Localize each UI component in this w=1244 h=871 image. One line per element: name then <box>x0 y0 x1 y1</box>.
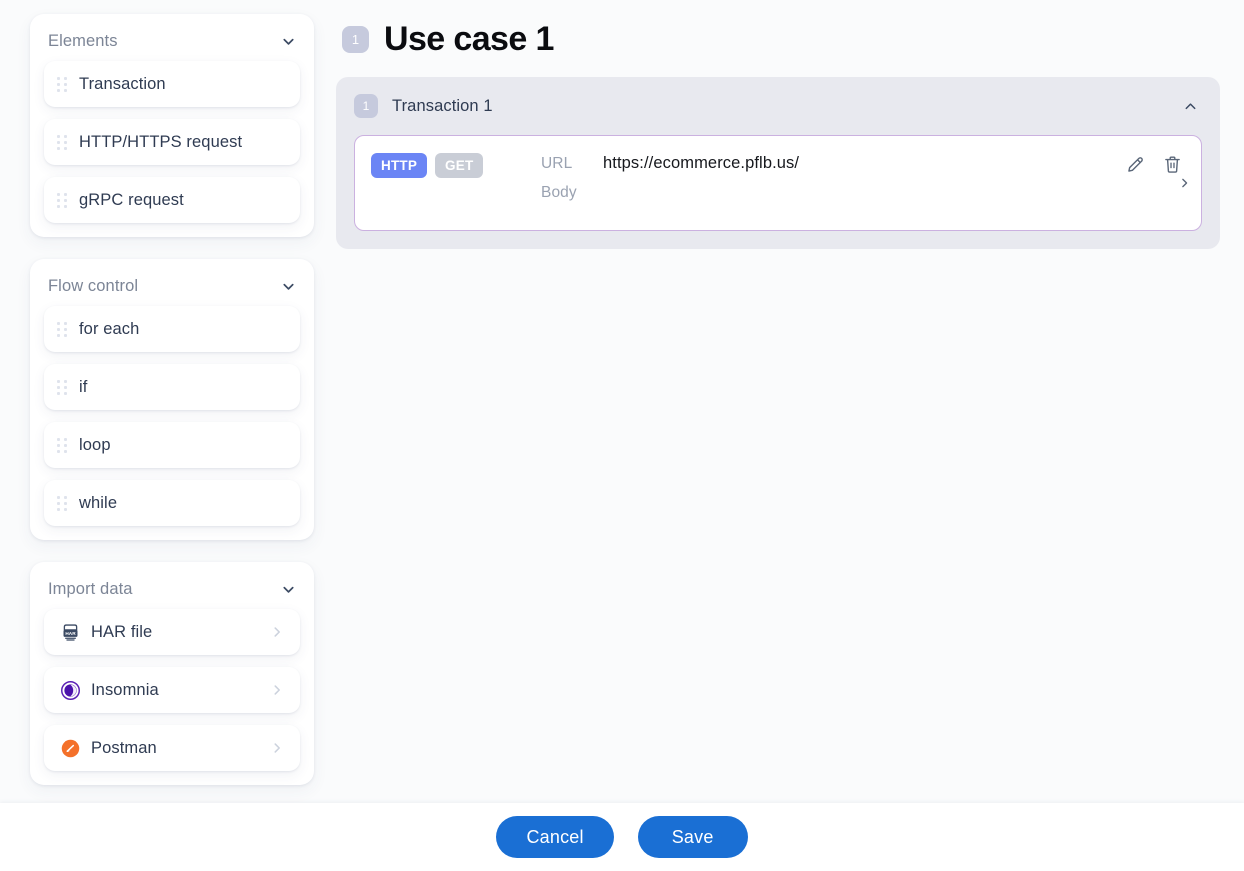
transaction-card: 1 Transaction 1 HTTP GET URL https://eco… <box>336 77 1220 249</box>
sidebar-item-label: for each <box>79 319 140 338</box>
url-value: https://ecommerce.pflb.us/ <box>603 154 800 172</box>
sidebar-item-postman[interactable]: Postman <box>44 725 300 771</box>
chevron-right-icon[interactable] <box>270 625 284 639</box>
chevron-right-icon[interactable] <box>1178 177 1191 190</box>
url-label: URL <box>541 155 573 172</box>
sidebar-section-import-data: Import data HAR HAR file Insomnia Postma… <box>30 562 314 785</box>
request-badges: HTTP GET <box>371 152 541 178</box>
postman-icon <box>60 738 81 759</box>
trash-icon[interactable] <box>1162 154 1183 175</box>
drag-handle-icon[interactable] <box>57 437 68 453</box>
method-badge: GET <box>435 153 484 178</box>
sidebar-item-grpc-request[interactable]: gRPC request <box>44 177 300 223</box>
sidebar-section-title: Import data <box>48 580 133 598</box>
chevron-right-icon[interactable] <box>270 683 284 697</box>
sidebar-item-label: HTTP/HTTPS request <box>79 132 243 151</box>
sidebar-item-while[interactable]: while <box>44 480 300 526</box>
sidebar-item-transaction[interactable]: Transaction <box>44 61 300 107</box>
har-file-icon: HAR <box>60 622 81 643</box>
sidebar-item-loop[interactable]: loop <box>44 422 300 468</box>
page-number-badge: 1 <box>342 26 369 53</box>
transaction-title: Transaction 1 <box>392 96 493 115</box>
footer-bar: Cancel Save <box>0 803 1244 871</box>
transaction-number-badge: 1 <box>354 94 378 118</box>
sidebar-item-for-each[interactable]: for each <box>44 306 300 352</box>
sidebar-section-flow-control: Flow control for each if loop while <box>30 259 314 540</box>
request-row[interactable]: HTTP GET URL https://ecommerce.pflb.us/ … <box>354 135 1202 231</box>
sidebar-item-label: while <box>79 493 118 512</box>
request-fields: URL https://ecommerce.pflb.us/ Body <box>541 152 1125 214</box>
sidebar-section-header-flow-control[interactable]: Flow control <box>44 271 300 306</box>
chevron-right-icon[interactable] <box>270 741 284 755</box>
sidebar-item-label: Insomnia <box>91 680 159 699</box>
sidebar-item-label: gRPC request <box>79 190 184 209</box>
sidebar-item-label: HAR file <box>91 622 153 641</box>
request-actions <box>1125 152 1183 175</box>
protocol-badge: HTTP <box>371 153 428 178</box>
cancel-button[interactable]: Cancel <box>496 816 614 858</box>
drag-handle-icon[interactable] <box>57 134 68 150</box>
main-content: 1 Use case 1 1 Transaction 1 HTTP GET UR… <box>330 0 1244 803</box>
body-field-row: Body <box>541 184 1125 214</box>
sidebar-item-label: loop <box>79 435 111 454</box>
sidebar-section-header-elements[interactable]: Elements <box>44 26 300 61</box>
drag-handle-icon[interactable] <box>57 321 68 337</box>
drag-handle-icon[interactable] <box>57 495 68 511</box>
save-button[interactable]: Save <box>637 816 748 858</box>
chevron-down-icon[interactable] <box>281 34 296 49</box>
drag-handle-icon[interactable] <box>57 379 68 395</box>
use-case-editor: Elements Transaction HTTP/HTTPS request … <box>0 0 1244 871</box>
sidebar-section-elements: Elements Transaction HTTP/HTTPS request … <box>30 14 314 237</box>
insomnia-icon <box>60 680 81 701</box>
sidebar-item-label: Postman <box>91 738 157 757</box>
page-header: 1 Use case 1 <box>336 12 1220 71</box>
drag-handle-icon[interactable] <box>57 76 68 92</box>
sidebar-item-label: Transaction <box>79 74 166 93</box>
page-title: Use case 1 <box>384 20 554 58</box>
sidebar-item-if[interactable]: if <box>44 364 300 410</box>
body-label: Body <box>541 184 577 201</box>
sidebar-section-title: Flow control <box>48 277 139 295</box>
sidebar-item-http-request[interactable]: HTTP/HTTPS request <box>44 119 300 165</box>
sidebar-section-header-import-data[interactable]: Import data <box>44 574 300 609</box>
drag-handle-icon[interactable] <box>57 192 68 208</box>
sidebar-section-title: Elements <box>48 32 118 50</box>
url-field-row: URL https://ecommerce.pflb.us/ <box>541 154 1125 184</box>
chevron-down-icon[interactable] <box>281 582 296 597</box>
transaction-header[interactable]: 1 Transaction 1 <box>336 77 1220 135</box>
sidebar-item-label: if <box>79 377 88 396</box>
pencil-icon[interactable] <box>1125 154 1146 175</box>
sidebar-item-har-file[interactable]: HAR HAR file <box>44 609 300 655</box>
svg-text:HAR: HAR <box>65 631 76 637</box>
sidebar-item-insomnia[interactable]: Insomnia <box>44 667 300 713</box>
sidebar: Elements Transaction HTTP/HTTPS request … <box>0 0 330 803</box>
chevron-up-icon[interactable] <box>1183 99 1198 114</box>
chevron-down-icon[interactable] <box>281 279 296 294</box>
